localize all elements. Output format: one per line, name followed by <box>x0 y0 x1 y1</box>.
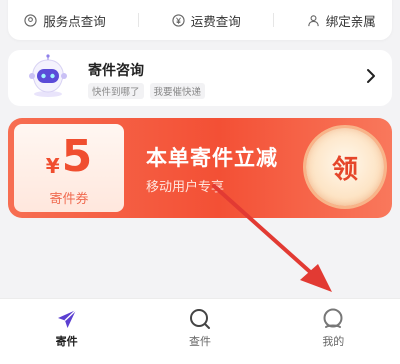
quick-actions-card: 服务点查询 运费查询 绑定亲属 <box>8 0 392 40</box>
quick-action-label: 服务点查询 <box>43 13 106 29</box>
quick-action-label: 运费查询 <box>190 13 241 29</box>
divider <box>273 13 275 27</box>
coupon-title: 本单寄件立减 <box>146 146 278 170</box>
robot-assistant-icon <box>24 54 72 100</box>
profile-icon <box>321 307 345 331</box>
tab-profile[interactable]: 我的 <box>293 307 373 349</box>
bottom-tab-bar: 寄件 查件 我的 <box>0 298 400 364</box>
coupon-amount: 5 <box>61 131 93 182</box>
chevron-right-icon <box>366 68 376 88</box>
coupon-stub: ¥ 5 寄件券 <box>14 124 124 212</box>
consult-tags: 快件到哪了 我要催快递 <box>88 83 206 99</box>
coupon-subtitle: 移动用户专享 <box>146 180 225 195</box>
search-icon <box>188 307 212 331</box>
coupon-banner[interactable]: ¥ 5 寄件券 本单寄件立减 移动用户专享 领 <box>8 118 392 218</box>
tab-label: 查件 <box>188 335 211 348</box>
coupon-type-label: 寄件券 <box>49 192 89 207</box>
coupon-currency: ¥ <box>45 154 60 178</box>
tab-track[interactable]: 查件 <box>160 307 240 349</box>
quick-action-label: 绑定亲属 <box>325 13 376 29</box>
tab-label: 寄件 <box>55 335 78 348</box>
claim-coupon-button[interactable]: 领 <box>306 128 384 206</box>
paper-plane-icon <box>55 307 79 331</box>
coupon-amount-row: ¥ 5 <box>14 134 124 180</box>
shipping-fee-query-button[interactable]: 运费查询 <box>172 0 241 30</box>
location-pin-icon <box>24 13 37 27</box>
consult-tag-where-is-package[interactable]: 快件到哪了 <box>88 83 144 99</box>
shipping-consult-card[interactable]: 寄件咨询 快件到哪了 我要催快递 <box>8 50 392 106</box>
service-point-query-button[interactable]: 服务点查询 <box>24 0 106 30</box>
tab-label: 我的 <box>322 335 345 348</box>
claim-label: 领 <box>331 154 358 185</box>
consult-title: 寄件咨询 <box>88 63 144 79</box>
yen-coin-icon <box>172 13 185 27</box>
person-icon <box>307 14 320 27</box>
bind-relatives-button[interactable]: 绑定亲属 <box>307 0 376 30</box>
consult-tag-urge-delivery[interactable]: 我要催快递 <box>149 83 206 99</box>
divider <box>138 13 140 27</box>
tab-send[interactable]: 寄件 <box>27 307 107 349</box>
